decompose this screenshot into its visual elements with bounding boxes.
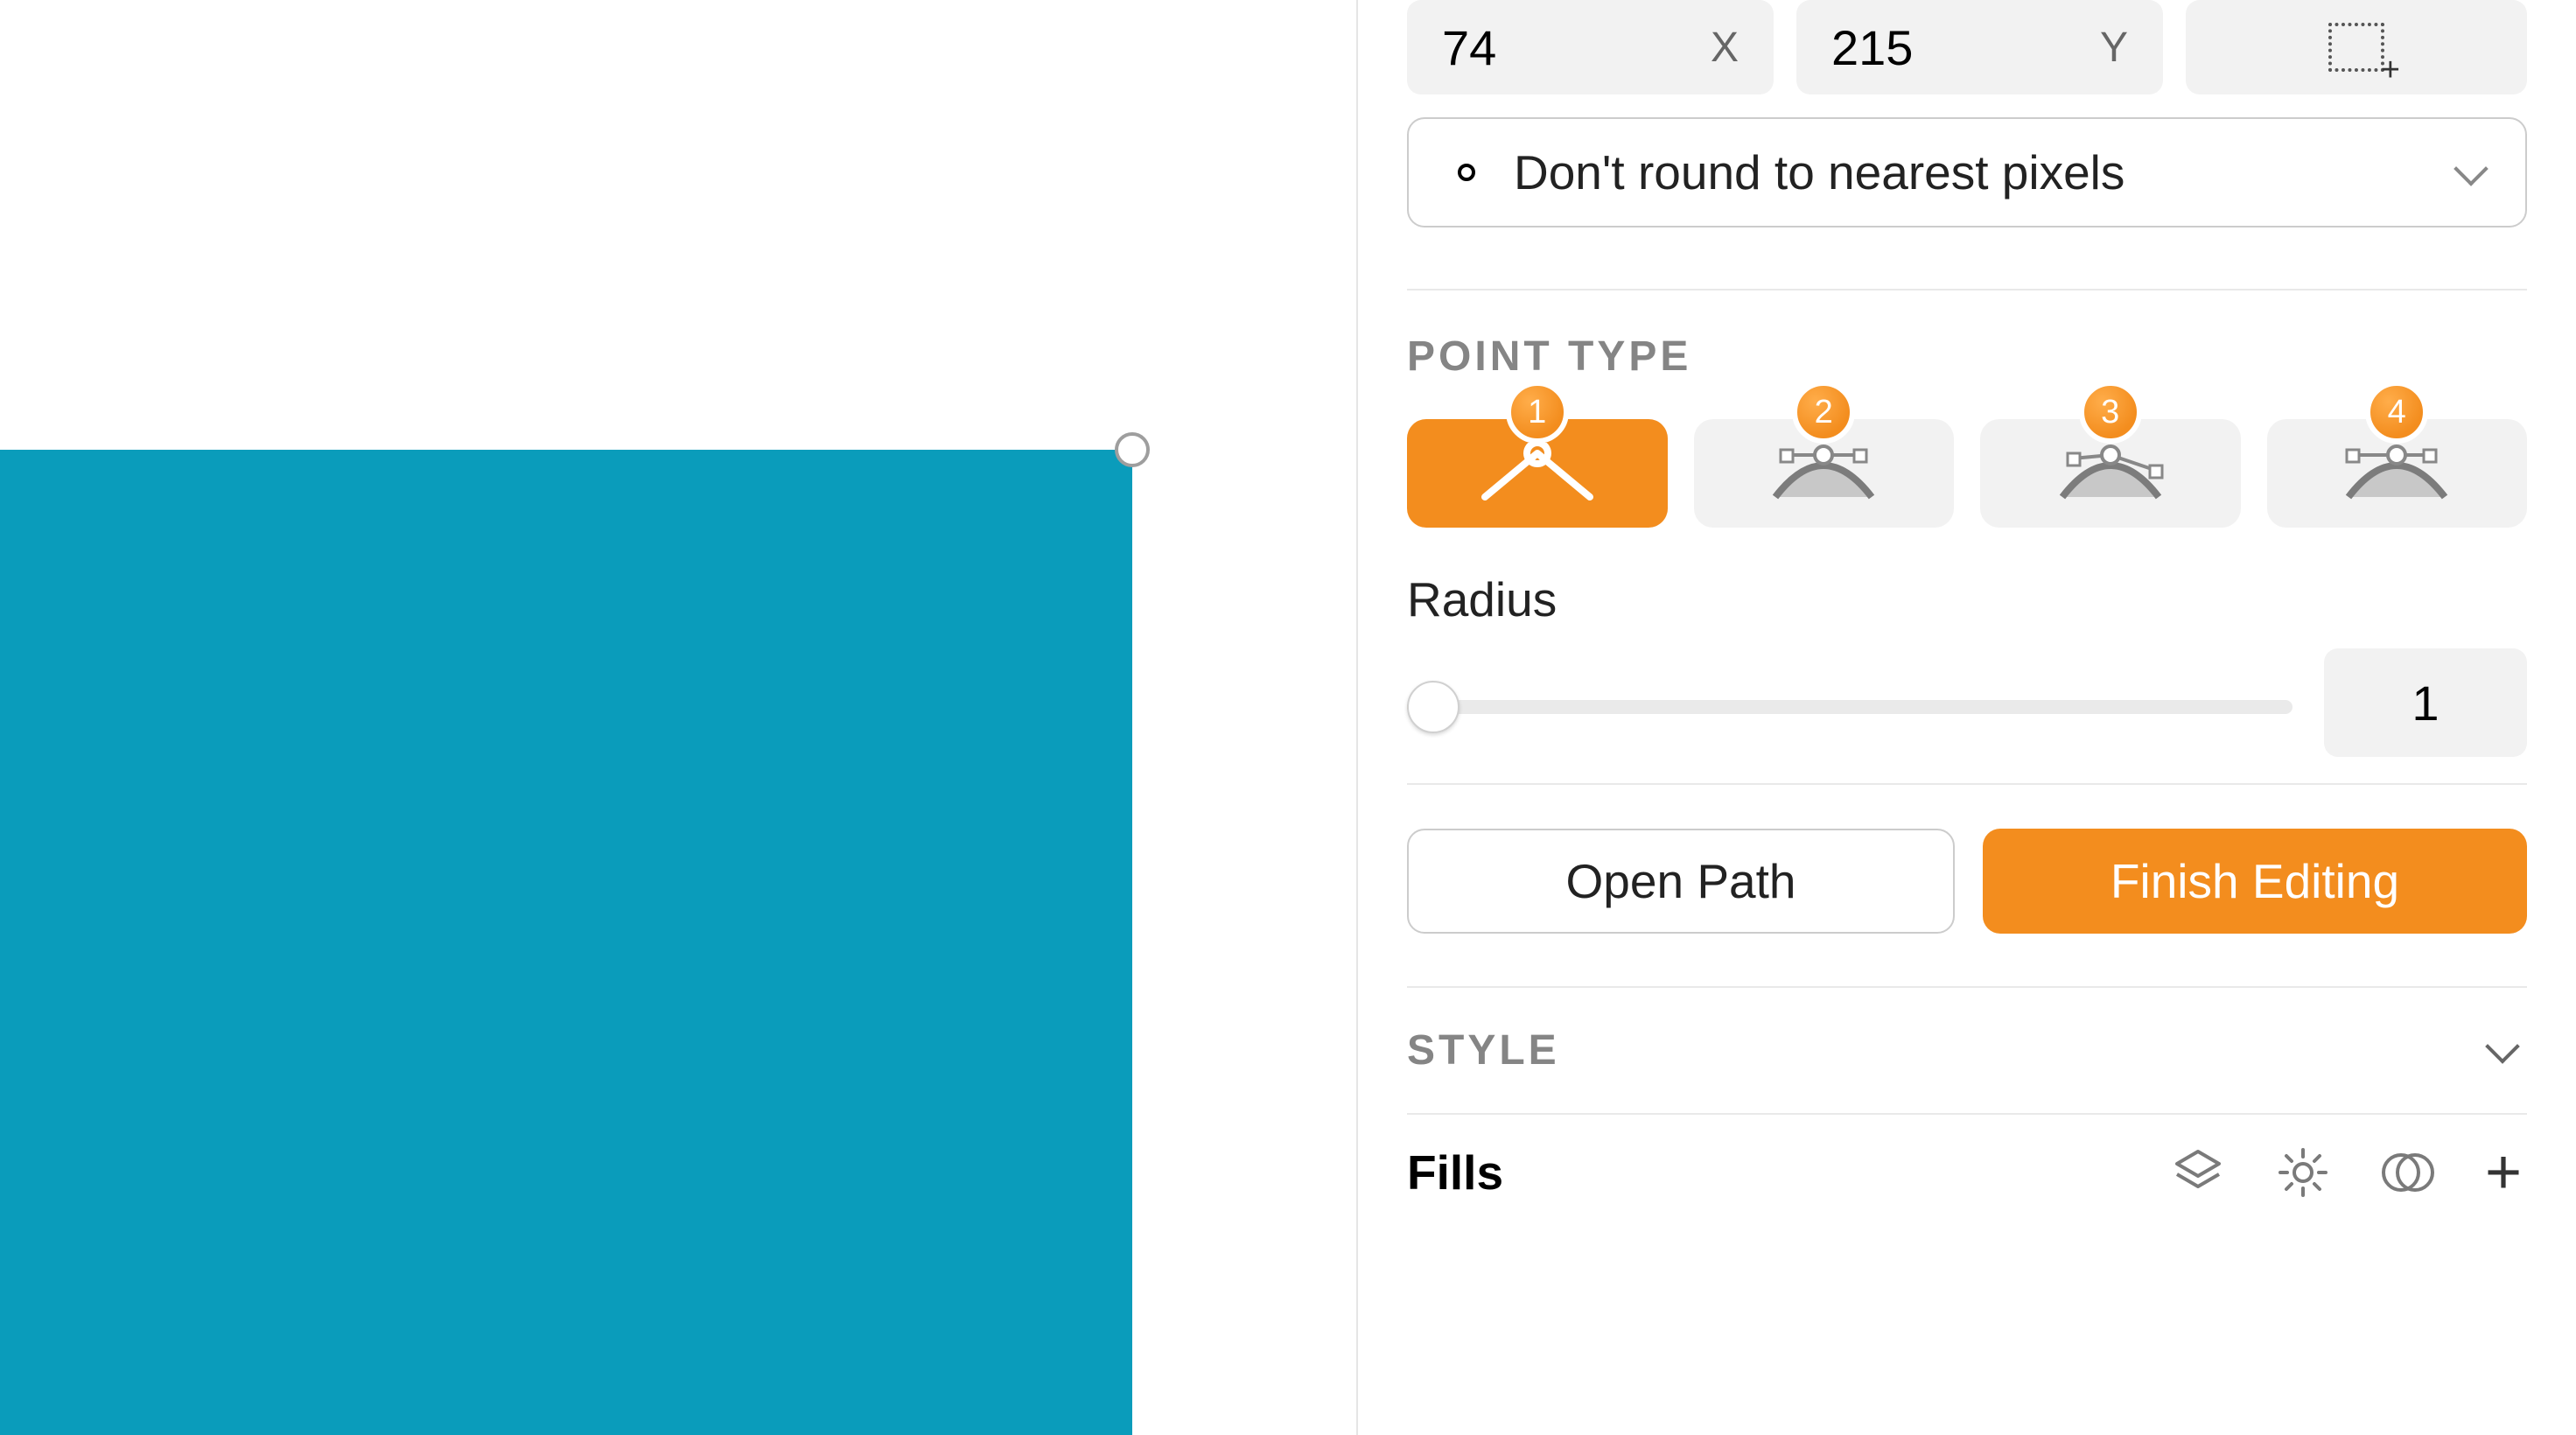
radius-slider[interactable] (1407, 700, 2292, 714)
chevron-down-icon (2485, 1029, 2520, 1064)
gear-icon[interactable] (2275, 1144, 2331, 1200)
badge-1: 1 (1506, 381, 1569, 444)
y-value: 215 (1831, 19, 1913, 76)
style-heading: STYLE (1407, 1026, 1560, 1074)
selection-bounds-icon (2328, 23, 2384, 72)
selection-mode-button[interactable] (2186, 0, 2527, 94)
chevron-down-icon (2454, 151, 2488, 186)
x-label: X (1711, 24, 1739, 72)
vector-shape[interactable] (0, 450, 1132, 1435)
layers-icon[interactable] (2170, 1144, 2226, 1200)
point-type-mirrored-button[interactable]: 2 (1694, 419, 1955, 528)
finish-editing-label: Finish Editing (2110, 853, 2399, 909)
canvas-area[interactable] (0, 0, 1356, 1435)
point-straight-icon (1480, 443, 1594, 504)
radius-value-text: 1 (2412, 675, 2439, 732)
inspector-sidebar: 74 X 215 Y Don't round to nearest pixels… (1356, 0, 2576, 1435)
finish-editing-button[interactable]: Finish Editing (1983, 829, 2527, 934)
point-mirrored-icon (1767, 443, 1880, 504)
point-type-disconnected-button[interactable]: 3 (1980, 419, 2241, 528)
rounding-selected-text: Don't round to nearest pixels (1514, 144, 2124, 200)
blend-mode-icon[interactable] (2380, 1144, 2436, 1200)
fills-label: Fills (1407, 1144, 1503, 1200)
point-type-asymmetric-button[interactable]: 4 (2267, 419, 2528, 528)
rounding-bullet-icon (1458, 164, 1475, 181)
radius-value-input[interactable]: 1 (2324, 648, 2527, 757)
add-fill-button[interactable]: + (2485, 1141, 2522, 1204)
y-coordinate-input[interactable]: 215 Y (1796, 0, 2163, 94)
point-type-heading: POINT TYPE (1407, 332, 2527, 381)
badge-2: 2 (1792, 381, 1855, 444)
slider-thumb[interactable] (1407, 681, 1460, 733)
x-value: 74 (1442, 19, 1496, 76)
x-coordinate-input[interactable]: 74 X (1407, 0, 1774, 94)
style-section-header[interactable]: STYLE (1358, 988, 2576, 1113)
point-disconnected-icon (2054, 443, 2167, 504)
point-asymmetric-icon (2340, 443, 2454, 504)
point-type-straight-button[interactable]: 1 (1407, 419, 1668, 528)
plus-icon: + (2485, 1141, 2522, 1204)
anchor-point[interactable] (1115, 432, 1150, 467)
badge-3: 3 (2079, 381, 2142, 444)
y-label: Y (2100, 24, 2128, 72)
pixel-rounding-dropdown[interactable]: Don't round to nearest pixels (1407, 117, 2527, 228)
badge-4: 4 (2365, 381, 2428, 444)
radius-label: Radius (1407, 571, 2527, 627)
open-path-button[interactable]: Open Path (1407, 829, 1955, 934)
open-path-label: Open Path (1566, 853, 1796, 909)
